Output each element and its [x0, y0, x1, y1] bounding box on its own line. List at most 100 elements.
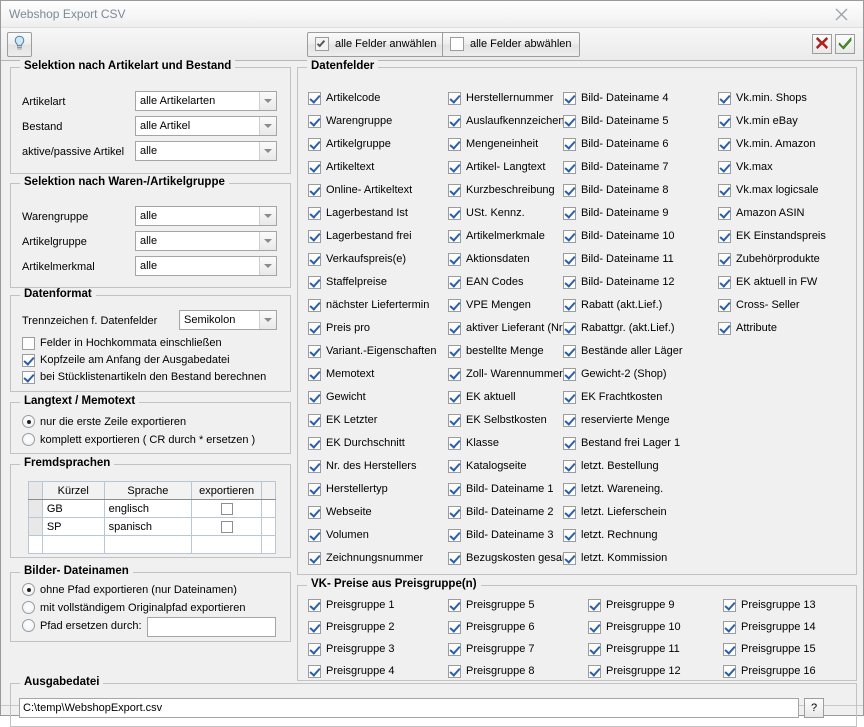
checkbox-ek-letzter[interactable]: EK Letzter	[308, 414, 377, 427]
checkbox-warengruppe[interactable]: Warengruppe	[308, 115, 392, 128]
combo-artikelgruppe[interactable]: alle	[135, 231, 277, 251]
input-pfad-ersetzen[interactable]	[147, 617, 276, 637]
checkbox-export-language[interactable]	[220, 520, 233, 533]
checkbox-bild-dateiname-1[interactable]: Bild- Dateiname 1	[448, 483, 553, 496]
checkbox-vk-max[interactable]: Vk.max	[718, 161, 773, 174]
checkbox-kurzbeschreibung[interactable]: Kurzbeschreibung	[448, 184, 555, 197]
checkbox-aktionsdaten[interactable]: Aktionsdaten	[448, 253, 530, 266]
checkbox-bild-dateiname-7[interactable]: Bild- Dateiname 7	[563, 161, 668, 174]
row-selector-cell[interactable]	[28, 499, 43, 518]
checkbox-letzt-rechnung[interactable]: letzt. Rechnung	[563, 529, 657, 542]
cell-exportieren[interactable]	[191, 535, 263, 554]
checkbox-bild-dateiname-9[interactable]: Bild- Dateiname 9	[563, 207, 668, 220]
cell-sprache[interactable]: spanisch	[103, 517, 193, 536]
checkbox-artikelcode[interactable]: Artikelcode	[308, 92, 380, 105]
checkbox-ust-kennz[interactable]: USt. Kennz.	[448, 207, 525, 220]
checkbox-bestellte-menge[interactable]: bestellte Menge	[448, 345, 544, 358]
checkbox-preisgruppe-1[interactable]: Preisgruppe 1	[308, 599, 395, 612]
chevron-down-icon[interactable]	[259, 257, 276, 275]
checkbox-letzt-bestellung[interactable]: letzt. Bestellung	[563, 460, 659, 473]
checkbox-zoll-warennummer[interactable]: Zoll- Warennummer	[448, 368, 563, 381]
checkbox-bestaende-aller-laeger[interactable]: Bestände aller Läger	[563, 345, 683, 358]
checkbox-lagerbestand-ist[interactable]: Lagerbestand Ist	[308, 207, 408, 220]
checkbox-auslaufkennzeichen[interactable]: Auslaufkennzeichen	[448, 115, 564, 128]
checkbox-klasse[interactable]: Klasse	[448, 437, 499, 450]
checkbox-preisgruppe-7[interactable]: Preisgruppe 7	[448, 643, 535, 656]
table-row-empty[interactable]	[28, 535, 276, 554]
checkbox-preisgruppe-6[interactable]: Preisgruppe 6	[448, 621, 535, 634]
checkbox-preisgruppe-14[interactable]: Preisgruppe 14	[723, 621, 816, 634]
checkbox-staffelpreise[interactable]: Staffelpreise	[308, 276, 387, 289]
checkbox-preisgruppe-12[interactable]: Preisgruppe 12	[588, 665, 681, 678]
combo-artikelmerkmal[interactable]: alle	[135, 256, 277, 276]
checkbox-preisgruppe-2[interactable]: Preisgruppe 2	[308, 621, 395, 634]
checkbox-rabatt-akt-lief[interactable]: Rabatt (akt.Lief.)	[563, 299, 662, 312]
checkbox-bild-dateiname-4[interactable]: Bild- Dateiname 4	[563, 92, 668, 105]
chevron-down-icon[interactable]	[259, 232, 276, 250]
checkbox-artikeltext[interactable]: Artikeltext	[308, 161, 374, 174]
checkbox-bild-dateiname-8[interactable]: Bild- Dateiname 8	[563, 184, 668, 197]
checkbox-preisgruppe-11[interactable]: Preisgruppe 11	[588, 643, 680, 656]
checkbox-bild-dateiname-3[interactable]: Bild- Dateiname 3	[448, 529, 553, 542]
checkbox-bild-dateiname-11[interactable]: Bild- Dateiname 11	[563, 253, 674, 266]
checkbox-memotext[interactable]: Memotext	[308, 368, 374, 381]
table-row[interactable]: GB englisch	[28, 499, 276, 518]
checkbox-zubehoerprodukte[interactable]: Zubehörprodukte	[718, 253, 820, 266]
checkbox-preisgruppe-9[interactable]: Preisgruppe 9	[588, 599, 675, 612]
cell-exportieren[interactable]	[191, 499, 263, 518]
checkbox-vk-min-ebay[interactable]: Vk.min eBay	[718, 115, 798, 128]
checkbox-bild-dateiname-12[interactable]: Bild- Dateiname 12	[563, 276, 675, 289]
cell-sprache[interactable]	[103, 535, 193, 554]
checkbox-bild-dateiname-2[interactable]: Bild- Dateiname 2	[448, 506, 553, 519]
checkbox-bild-dateiname-10[interactable]: Bild- Dateiname 10	[563, 230, 675, 243]
input-ausgabedatei[interactable]: C:\temp\WebshopExport.csv	[19, 698, 799, 718]
checkbox-vk-max-logicsale[interactable]: Vk.max logicsale	[718, 184, 819, 197]
combo-bestand[interactable]: alle Artikel	[135, 116, 277, 136]
checkbox-preisgruppe-16[interactable]: Preisgruppe 16	[723, 665, 816, 678]
checkbox-preisgruppe-4[interactable]: Preisgruppe 4	[308, 665, 395, 678]
checkbox-artikelmerkmale[interactable]: Artikelmerkmale	[448, 230, 545, 243]
row-selector-cell[interactable]	[28, 535, 43, 554]
ok-button[interactable]	[835, 34, 855, 54]
radio-ohne-pfad[interactable]: ohne Pfad exportieren (nur Dateinamen)	[22, 583, 237, 596]
checkbox-vk-min-shops[interactable]: Vk.min. Shops	[718, 92, 807, 105]
checkbox-aktiver-lieferant[interactable]: aktiver Lieferant (Nr.)	[448, 322, 569, 335]
checkbox-vk-min-amazon[interactable]: Vk.min. Amazon	[718, 138, 815, 151]
checkbox-rabattgr-akt-lief[interactable]: Rabattgr. (akt.Lief.)	[563, 322, 675, 335]
chevron-down-icon[interactable]	[259, 207, 276, 225]
checkbox-preisgruppe-15[interactable]: Preisgruppe 15	[723, 643, 816, 656]
checkbox-attribute[interactable]: Attribute	[718, 322, 777, 335]
radio-komplett-exportieren[interactable]: komplett exportieren ( CR durch * ersetz…	[22, 433, 255, 446]
checkbox-ek-frachtkosten[interactable]: EK Frachtkosten	[563, 391, 662, 404]
browse-output-file-button[interactable]: ?	[804, 698, 824, 718]
checkbox-amazon-asin[interactable]: Amazon ASIN	[718, 207, 804, 220]
checkbox-kopfzeile[interactable]: Kopfzeile am Anfang der Ausgabedatei	[22, 354, 230, 367]
checkbox-naechster-liefertermin[interactable]: nächster Liefertermin	[308, 299, 429, 312]
combo-artikelart[interactable]: alle Artikelarten	[135, 91, 277, 111]
checkbox-bild-dateiname-6[interactable]: Bild- Dateiname 6	[563, 138, 668, 151]
checkbox-ean-codes[interactable]: EAN Codes	[448, 276, 523, 289]
hint-bulb-button[interactable]	[7, 31, 32, 57]
chevron-down-icon[interactable]	[259, 142, 276, 160]
checkbox-online-artikeltext[interactable]: Online- Artikeltext	[308, 184, 412, 197]
checkbox-ek-aktuell[interactable]: EK aktuell	[448, 391, 516, 404]
checkbox-letzt-kommission[interactable]: letzt. Kommission	[563, 552, 667, 565]
checkbox-bestand-frei-lager-1[interactable]: Bestand frei Lager 1	[563, 437, 680, 450]
checkbox-artikel-langtext[interactable]: Artikel- Langtext	[448, 161, 545, 174]
chevron-down-icon[interactable]	[259, 92, 276, 110]
deselect-all-fields-button[interactable]: alle Felder abwählen	[442, 31, 580, 57]
checkbox-volumen[interactable]: Volumen	[308, 529, 369, 542]
cell-kuerzel[interactable]	[41, 535, 105, 554]
radio-nur-erste-zeile[interactable]: nur die erste Zeile exportieren	[22, 415, 186, 428]
checkbox-webseite[interactable]: Webseite	[308, 506, 372, 519]
checkbox-herstellertyp[interactable]: Herstellertyp	[308, 483, 388, 496]
checkbox-zeichnungsnummer[interactable]: Zeichnungsnummer	[308, 552, 423, 565]
combo-aktive-passive-artikel[interactable]: alle	[135, 141, 277, 161]
checkbox-letzt-wareneing[interactable]: letzt. Wareneing.	[563, 483, 663, 496]
checkbox-export-language[interactable]	[220, 502, 233, 515]
cell-kuerzel[interactable]: GB	[41, 499, 105, 518]
checkbox-preisgruppe-5[interactable]: Preisgruppe 5	[448, 599, 535, 612]
checkbox-letzt-lieferschein[interactable]: letzt. Lieferschein	[563, 506, 667, 519]
checkbox-katalogseite[interactable]: Katalogseite	[448, 460, 527, 473]
checkbox-preis-pro[interactable]: Preis pro	[308, 322, 370, 335]
